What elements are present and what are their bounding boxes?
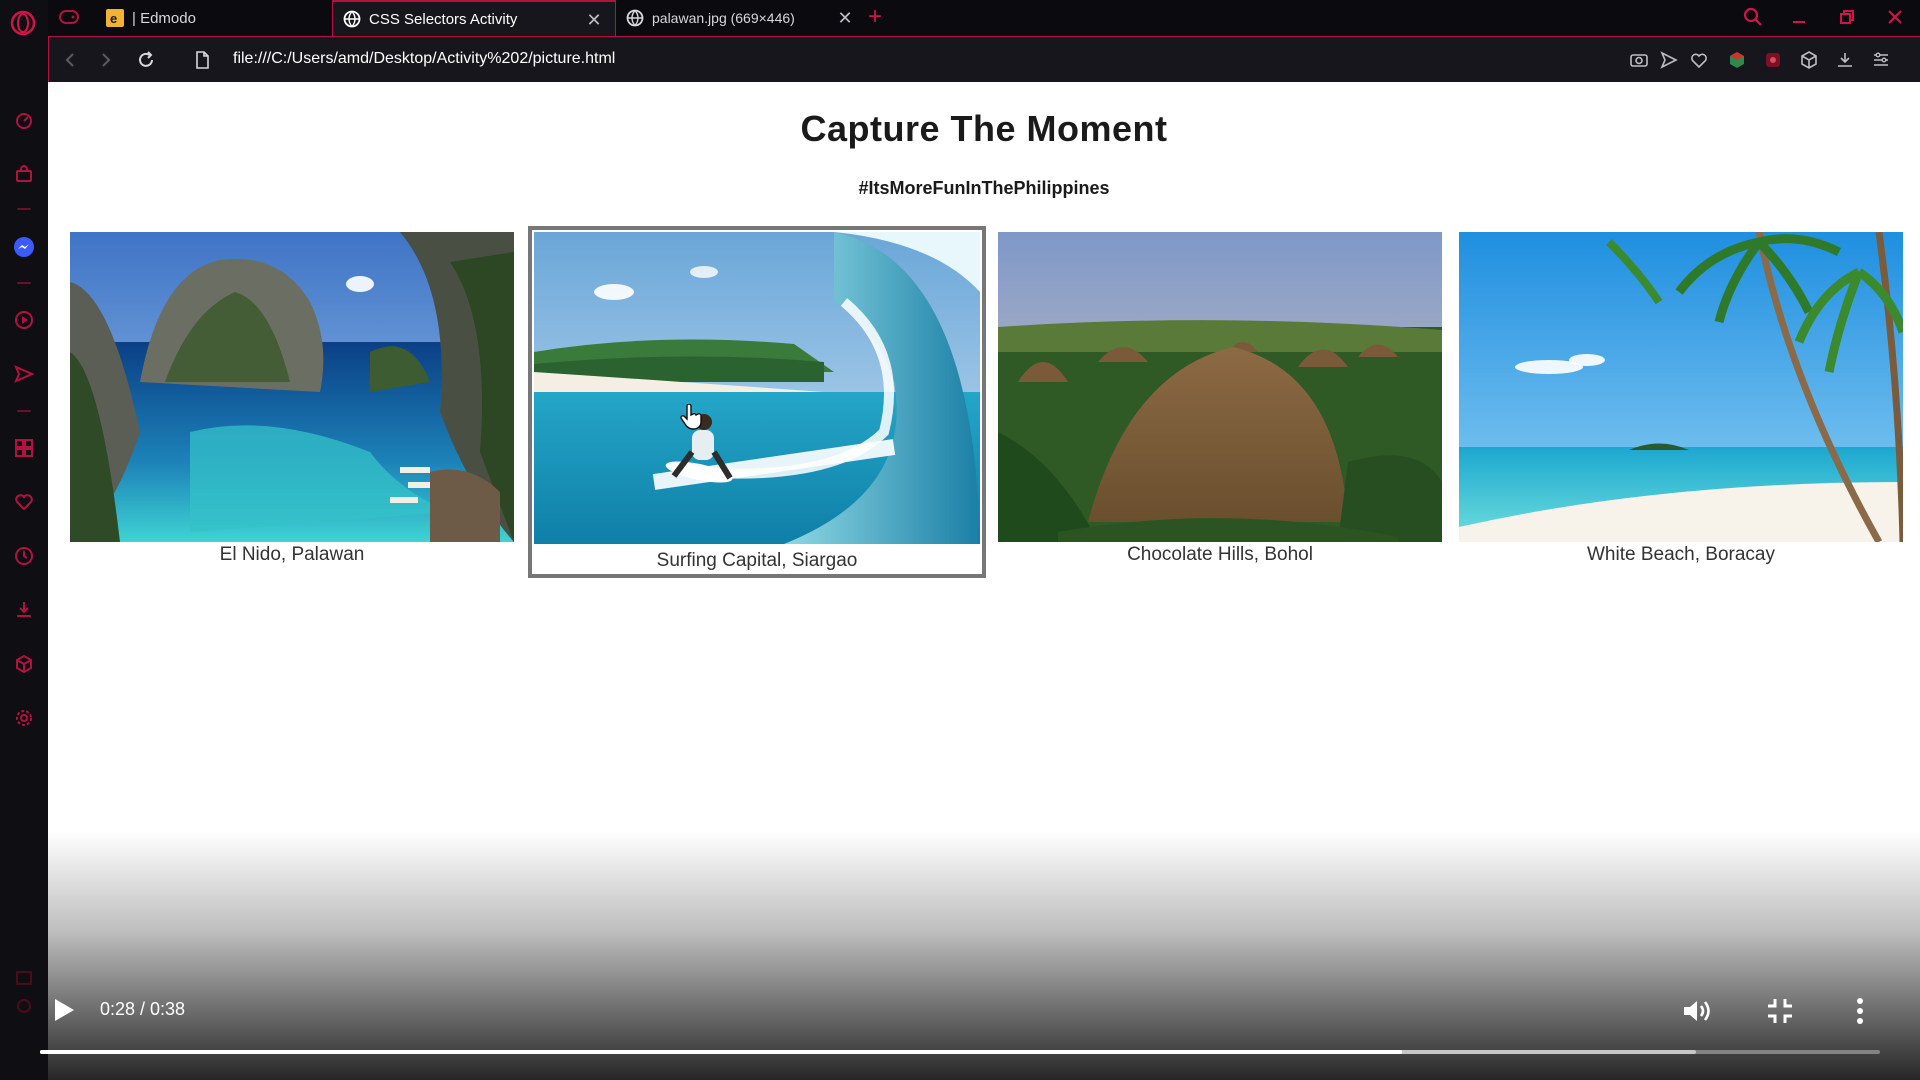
exit-fullscreen-icon[interactable]	[1762, 993, 1798, 1029]
download-icon[interactable]	[1833, 48, 1857, 72]
volume-icon[interactable]	[1680, 993, 1716, 1029]
gallery-caption: Chocolate Hills, Bohol	[1127, 544, 1313, 565]
tab-css-selectors-activity[interactable]: CSS Selectors Activity ✕	[332, 0, 616, 36]
gallery-card-chocolate-hills[interactable]: Chocolate Hills, Bohol	[998, 232, 1442, 565]
new-tab-plus-icon[interactable]: +	[862, 4, 888, 30]
close-window-icon[interactable]	[1880, 4, 1910, 30]
extension-badge-icon[interactable]	[1761, 48, 1785, 72]
play-icon[interactable]	[50, 996, 78, 1024]
messenger-icon[interactable]	[12, 235, 36, 259]
apps-grid-icon[interactable]	[12, 436, 36, 460]
hand-cursor-icon	[680, 403, 702, 430]
cube-icon[interactable]	[1797, 48, 1821, 72]
video-time-display: 0:28 / 0:38	[100, 999, 186, 1019]
gallery-card-boracay[interactable]: White Beach, Boracay	[1459, 232, 1903, 565]
globe-icon	[343, 10, 361, 28]
tab-label: CSS Selectors Activity	[369, 10, 518, 28]
sidebar	[0, 0, 49, 1080]
address-bar: file:///C:/Users/amd/Desktop/Activity%20…	[48, 36, 1920, 82]
lagoon-cliffs-photo	[70, 232, 514, 542]
browser-window: e | Edmodo ✕ CSS Selectors Activity ✕ pa…	[0, 0, 1920, 1080]
restore-window-icon[interactable]	[1832, 4, 1862, 30]
search-icon[interactable]	[1738, 4, 1768, 30]
page-subtitle: #ItsMoreFunInThePhilippines	[858, 178, 1110, 198]
gamepad-icon[interactable]	[58, 8, 82, 28]
gallery-card-siargao[interactable]: Surfing Capital, Siargao	[528, 226, 986, 578]
gallery-caption: El Nido, Palawan	[219, 544, 365, 565]
video-controls-gradient	[48, 830, 1920, 1080]
page-title: Capture The Moment	[800, 108, 1168, 149]
shop-bag-icon[interactable]	[12, 162, 36, 186]
player-icon[interactable]	[12, 308, 36, 332]
heart-icon[interactable]	[1687, 48, 1711, 72]
sidebar-separator	[17, 282, 31, 284]
globe-icon	[626, 9, 644, 27]
tab-label: palawan.jpg (669×446)	[652, 10, 795, 26]
minimize-icon[interactable]	[1784, 4, 1814, 30]
speed-dial-icon[interactable]	[12, 108, 36, 132]
close-tab-icon[interactable]: ✕	[585, 11, 603, 29]
tab-strip: e | Edmodo ✕ CSS Selectors Activity ✕ pa…	[48, 0, 1920, 36]
sidebar-panel-icon[interactable]	[12, 966, 36, 990]
snapshot-camera-icon[interactable]	[1627, 48, 1651, 72]
back-arrow-icon[interactable]	[57, 47, 83, 73]
settings-gear-icon[interactable]	[12, 706, 36, 730]
sidebar-separator	[17, 208, 31, 210]
tab-label: | Edmodo	[132, 9, 196, 27]
extensions-cube-icon[interactable]	[12, 652, 36, 676]
gallery-caption: Surfing Capital, Siargao	[656, 550, 858, 571]
close-tab-icon[interactable]: ✕	[836, 9, 854, 27]
gallery-caption: White Beach, Boracay	[1587, 544, 1775, 565]
download-icon[interactable]	[12, 598, 36, 622]
svg-text:e: e	[110, 11, 117, 26]
surfer-wave-photo	[534, 232, 982, 546]
forward-arrow-icon[interactable]	[93, 47, 119, 73]
send-icon[interactable]	[1657, 48, 1681, 72]
opera-logo-icon[interactable]	[10, 10, 36, 36]
edmodo-icon: e	[106, 9, 124, 27]
reload-icon[interactable]	[133, 47, 159, 73]
url-field[interactable]: file:///C:/Users/amd/Desktop/Activity%20…	[233, 50, 615, 68]
send-icon[interactable]	[12, 362, 36, 386]
easy-setup-menu-icon[interactable]	[1869, 48, 1893, 72]
video-progress-bar[interactable]	[40, 1050, 1880, 1054]
gallery-card-el-nido[interactable]: El Nido, Palawan	[70, 232, 514, 565]
sidebar-separator	[17, 410, 31, 412]
video-played-fill	[40, 1050, 1402, 1054]
heart-icon[interactable]	[12, 490, 36, 514]
tab-palawan-jpg[interactable]: palawan.jpg (669×446) ✕	[616, 0, 866, 36]
more-options-icon[interactable]	[1842, 993, 1878, 1029]
brown-hills-photo	[998, 232, 1442, 542]
extension-cube-icon[interactable]	[1725, 48, 1749, 72]
page-file-icon[interactable]	[189, 47, 215, 73]
history-clock-icon[interactable]	[12, 544, 36, 568]
sidebar-more-icon[interactable]	[12, 994, 36, 1018]
palm-beach-photo	[1459, 232, 1903, 542]
